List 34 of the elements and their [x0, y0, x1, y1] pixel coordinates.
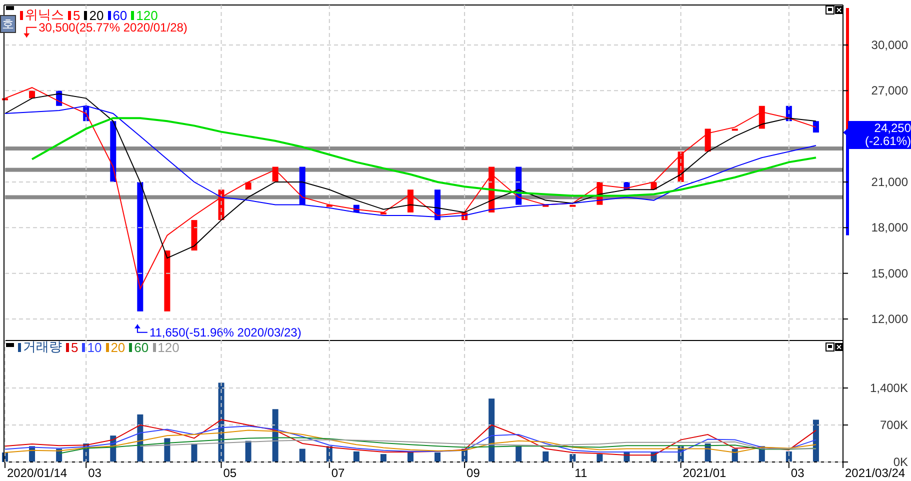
axis-label: 1,400K [870, 381, 908, 395]
date-label: 07 [331, 466, 345, 480]
legend-label: 10 [87, 340, 102, 354]
legend-label: 120 [158, 340, 180, 354]
date-label: 2021/03/24 [845, 466, 906, 480]
price-annotation: 30,500(25.77% 2020/01/28) [38, 20, 188, 34]
date-label: 11 [574, 466, 588, 480]
legend-label: 위닉스 [25, 6, 64, 22]
legend-label: 120 [136, 8, 158, 22]
date-label: 2020/01/14 [7, 466, 68, 480]
axis-label: 21,000 [871, 175, 908, 189]
axis-label: 27,000 [871, 84, 908, 98]
side-button[interactable]: 호 [0, 15, 16, 33]
date-label: 03 [790, 466, 804, 480]
axis-label: 12,000 [871, 312, 908, 326]
date-label: 2021/01 [682, 466, 726, 480]
legend-label: 60 [112, 8, 128, 22]
legend-label: 60 [134, 340, 149, 354]
price-change: (-2.61%) [864, 134, 911, 148]
axis-label: 30,000 [871, 38, 908, 52]
legend-label: 거래량 [23, 338, 62, 356]
axis-label: 15,000 [871, 266, 908, 280]
axis-label: 18,000 [871, 220, 908, 235]
date-label: 09 [466, 466, 480, 480]
price-annotation: 11,650(-51.96% 2020/03/23) [149, 325, 302, 340]
date-label: 05 [223, 466, 237, 480]
legend-label: 5 [73, 8, 80, 22]
legend-label: 20 [110, 340, 126, 354]
date-label: 03 [88, 466, 102, 480]
axis-label: 700K [880, 418, 908, 432]
current-price: 24,250 [874, 122, 911, 135]
axis-label: 0K [893, 455, 908, 469]
legend-label: 5 [71, 340, 78, 354]
legend-label: 20 [89, 8, 104, 22]
